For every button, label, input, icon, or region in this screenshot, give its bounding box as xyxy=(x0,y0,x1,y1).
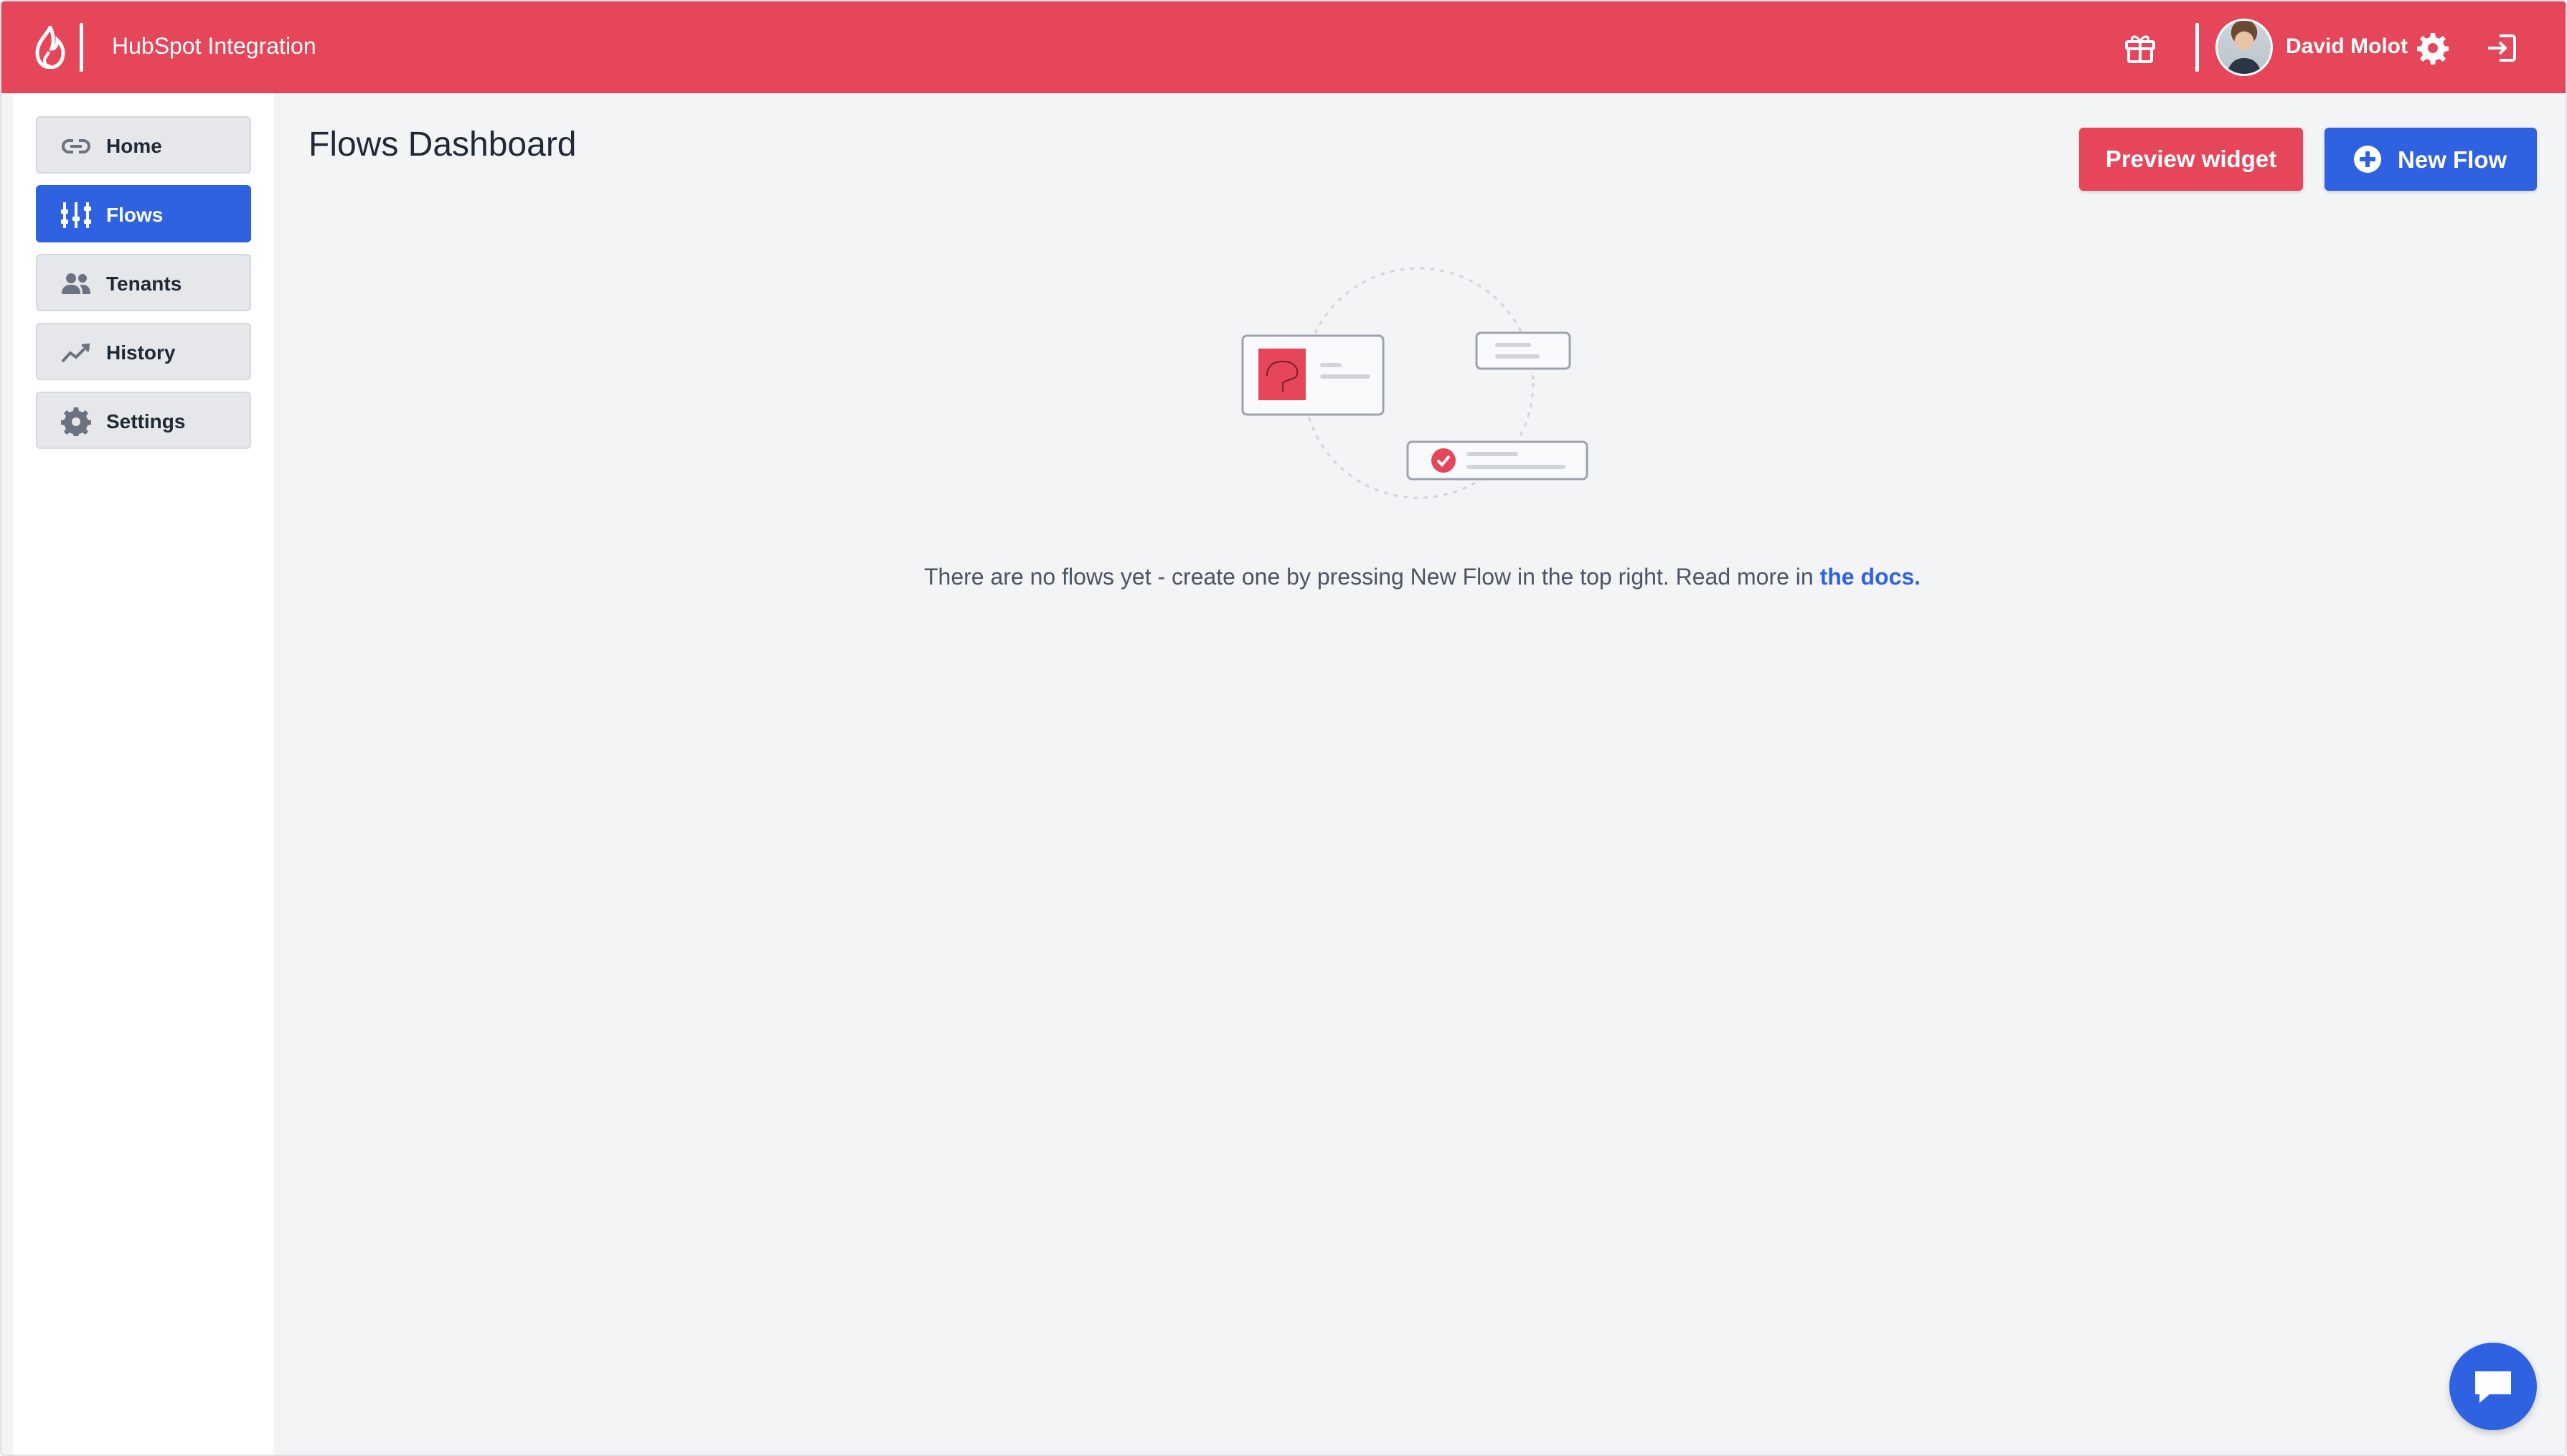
sidebar-item-label: History xyxy=(106,341,176,364)
empty-state-text: There are no flows yet - create one by p… xyxy=(924,564,1814,590)
gear-icon[interactable] xyxy=(2416,32,2449,65)
sidebar: Home Flows Tenants History Settings xyxy=(13,93,274,1455)
sidebar-item-tenants[interactable]: Tenants xyxy=(36,254,251,311)
app-title: HubSpot Integration xyxy=(112,33,316,59)
logo-divider xyxy=(80,23,83,72)
app-window: HubSpot Integration David Molot Home Flo… xyxy=(0,0,2567,1456)
sidebar-item-home[interactable]: Home xyxy=(36,116,251,174)
user-name[interactable]: David Molot xyxy=(2286,34,2408,59)
sidebar-item-label: Flows xyxy=(106,204,164,226)
sidebar-item-label: Home xyxy=(106,135,162,157)
avatar[interactable] xyxy=(2215,19,2273,76)
gear-icon xyxy=(61,407,91,436)
chart-line-icon xyxy=(61,343,90,363)
empty-state-illustration xyxy=(1241,267,1588,499)
preview-widget-label: Preview widget xyxy=(2105,146,2277,172)
sidebar-item-label: Settings xyxy=(106,410,186,432)
preview-widget-button[interactable]: Preview widget xyxy=(2079,128,2303,191)
link-icon xyxy=(62,139,90,153)
chat-icon xyxy=(2475,1371,2511,1403)
plus-circle-icon xyxy=(2354,146,2381,173)
user-divider xyxy=(2195,23,2199,72)
sidebar-item-flows[interactable]: Flows xyxy=(36,185,251,242)
flows-icon xyxy=(61,202,91,228)
docs-link[interactable]: the docs. xyxy=(1820,564,1921,590)
new-flow-button[interactable]: New Flow xyxy=(2325,128,2537,191)
chat-button[interactable] xyxy=(2449,1343,2537,1430)
top-bar: HubSpot Integration David Molot xyxy=(1,1,2566,93)
logout-icon[interactable] xyxy=(2485,32,2518,65)
page-title: Flows Dashboard xyxy=(308,126,577,164)
users-icon xyxy=(62,273,90,294)
sidebar-item-settings[interactable]: Settings xyxy=(36,392,251,449)
sidebar-item-label: Tenants xyxy=(106,273,182,295)
sidebar-item-history[interactable]: History xyxy=(36,323,251,380)
flame-logo-icon[interactable] xyxy=(33,26,66,69)
new-flow-label: New Flow xyxy=(2398,146,2507,173)
gift-icon[interactable] xyxy=(2124,32,2157,65)
empty-state-message: There are no flows yet - create one by p… xyxy=(924,564,1921,590)
